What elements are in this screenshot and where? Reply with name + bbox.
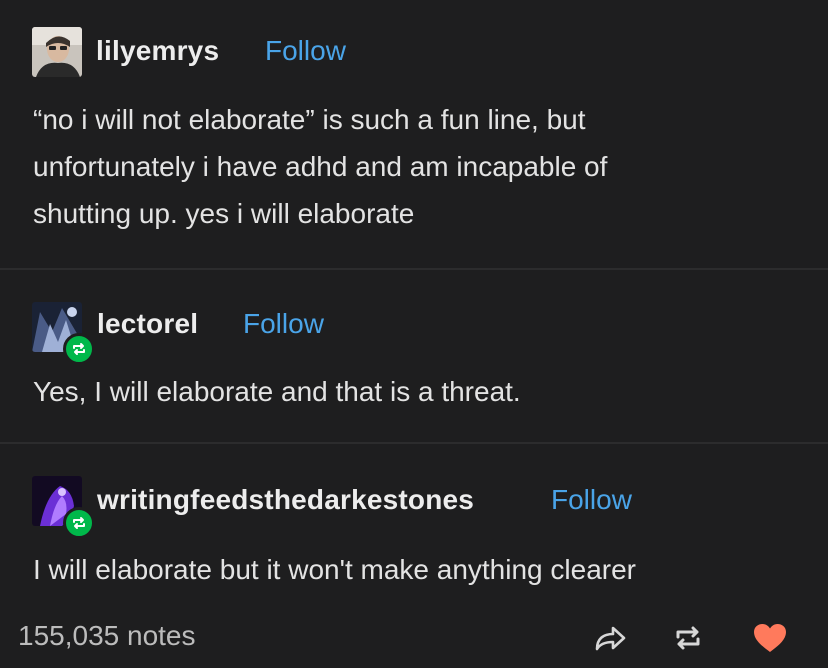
- post-lilyemrys: lilyemrys Follow “no i will not elaborat…: [0, 0, 828, 268]
- post-lectorel: lectorel Follow Yes, I will elaborate an…: [0, 270, 828, 442]
- follow-button[interactable]: Follow: [243, 308, 324, 340]
- post-body-line: “no i will not elaborate” is such a fun …: [33, 104, 586, 135]
- reblog-icon[interactable]: [668, 618, 708, 658]
- share-icon[interactable]: [590, 618, 630, 658]
- post-body: Yes, I will elaborate and that is a thre…: [33, 368, 773, 415]
- post-body: “no i will not elaborate” is such a fun …: [33, 96, 773, 237]
- post-body-line: Yes, I will elaborate and that is a thre…: [33, 376, 521, 407]
- username[interactable]: writingfeedsthedarkestones: [97, 484, 474, 516]
- follow-button[interactable]: Follow: [551, 484, 632, 516]
- post-footer: 155,035 notes: [0, 604, 828, 668]
- post-body-line: unfortunately i have adhd and am incapab…: [33, 151, 608, 182]
- post-body-line: shutting up. yes i will elaborate: [33, 198, 415, 229]
- post-body-line: I will elaborate but it won't make anyth…: [33, 554, 636, 585]
- post-writingfeedsthedarkestones: writingfeedsthedarkestones Follow I will…: [0, 444, 828, 604]
- reblog-badge-icon: [63, 333, 95, 365]
- post-body: I will elaborate but it won't make anyth…: [33, 546, 773, 593]
- notes-count[interactable]: 155,035 notes: [18, 620, 196, 652]
- follow-button[interactable]: Follow: [265, 35, 346, 67]
- username[interactable]: lectorel: [97, 308, 198, 340]
- username[interactable]: lilyemrys: [96, 35, 219, 67]
- heart-icon[interactable]: [750, 618, 790, 658]
- reblog-badge-icon: [63, 507, 95, 539]
- avatar-lilyemrys[interactable]: [32, 27, 82, 77]
